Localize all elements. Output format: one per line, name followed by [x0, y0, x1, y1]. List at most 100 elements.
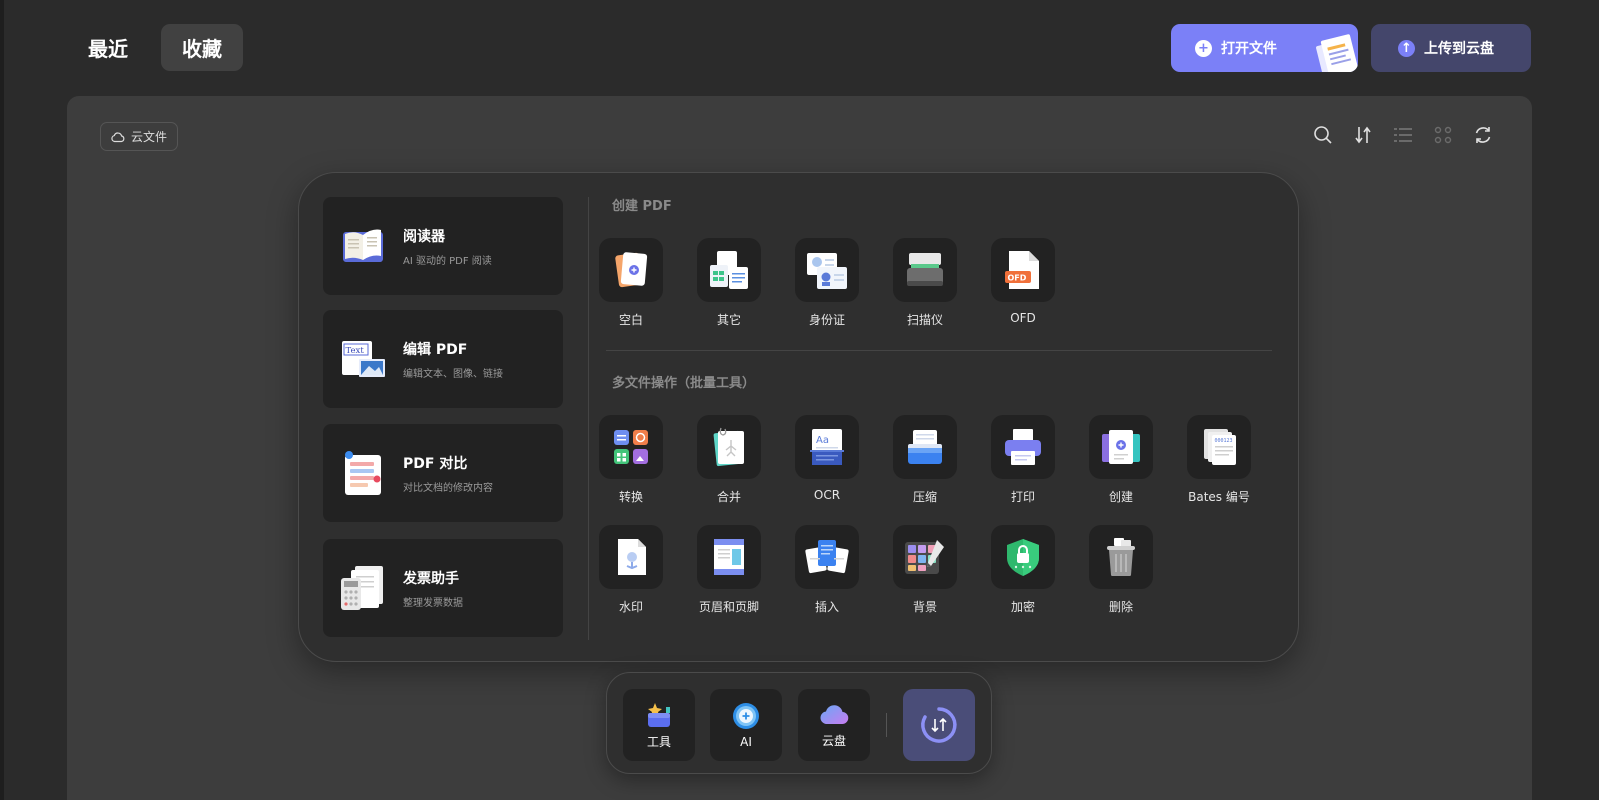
tool-insert[interactable]: 插入 [784, 525, 870, 615]
convert-grid-icon [614, 430, 648, 464]
scanner-icon [907, 253, 943, 286]
tool-convert[interactable]: 转换 [588, 415, 674, 505]
shield-lock-icon [1007, 539, 1039, 576]
ofd-file-icon: OFD [1005, 251, 1039, 289]
refresh-icon[interactable] [1471, 123, 1495, 147]
tools-popup: 阅读器 AI 驱动的 PDF 阅读 Text 编辑 PDF 编辑文本、图像、链接 [298, 172, 1299, 662]
tool-label: 转换 [618, 490, 643, 504]
tool-label: 合并 [716, 490, 741, 504]
tool-bates-numbering[interactable]: 000123 Bates 编号 [1176, 415, 1262, 505]
search-icon[interactable] [1311, 123, 1335, 147]
tab-recent[interactable]: 最近 [70, 24, 146, 71]
feature-subtitle: 编辑文本、图像、链接 [403, 368, 503, 380]
tool-header-footer[interactable]: 页眉和页脚 [686, 525, 772, 615]
tool-compress[interactable]: 压缩 [882, 415, 968, 505]
tool-ofd[interactable]: OFD OFD [980, 238, 1066, 325]
dock-label-tools: 工具 [646, 734, 671, 749]
svg-text:Aa: Aa [816, 435, 829, 446]
list-view-icon[interactable] [1391, 123, 1415, 147]
tool-other[interactable]: 其它 [686, 238, 772, 328]
feature-card-reader[interactable]: 阅读器 AI 驱动的 PDF 阅读 [323, 197, 563, 295]
tool-label: 扫描仪 [906, 313, 943, 327]
section-title-batch-tools: 多文件操作（批量工具） [612, 376, 756, 391]
edit-text-image-icon: Text [342, 341, 385, 377]
cloud-icon [111, 131, 125, 142]
compress-tray-icon [908, 430, 942, 464]
section-title-create-pdf: 创建 PDF [612, 199, 672, 214]
tool-delete[interactable]: 删除 [1078, 525, 1164, 615]
header-footer-icon [714, 539, 744, 575]
feature-card-pdf-compare[interactable]: PDF 对比 对比文档的修改内容 [323, 424, 563, 522]
cloud-files-chip[interactable]: 云文件 [100, 122, 179, 151]
tool-merge[interactable]: 合并 [686, 415, 772, 505]
tool-label: 插入 [814, 600, 839, 614]
cloud-files-label: 云文件 [131, 130, 168, 144]
dock-item-ai[interactable]: AI [710, 689, 782, 761]
swap-circle-icon [921, 707, 957, 743]
ai-orb-icon [733, 703, 759, 729]
edit-icon-text: Text [346, 346, 365, 356]
insert-pages-icon [805, 540, 849, 574]
tool-create[interactable]: 创建 [1078, 415, 1164, 505]
tool-label: 空白 [618, 313, 643, 327]
tool-label: 删除 [1108, 600, 1133, 614]
bottom-dock: 工具 AI 云盘 [606, 672, 992, 774]
tool-encrypt[interactable]: 加密 [980, 525, 1066, 615]
feature-card-edit-pdf[interactable]: Text 编辑 PDF 编辑文本、图像、链接 [323, 310, 563, 408]
feature-title: 阅读器 [403, 228, 445, 245]
tool-scanner[interactable]: 扫描仪 [882, 238, 968, 328]
tool-label: OCR [813, 488, 841, 502]
upload-to-cloud-button[interactable]: ↑ 上传到云盘 [1371, 24, 1531, 72]
tool-label: OFD [1010, 311, 1036, 325]
blank-page-icon [615, 252, 648, 288]
grid-view-icon[interactable] [1431, 123, 1455, 147]
bates-numbering-icon: 000123 [1204, 429, 1236, 465]
tool-label: 页眉和页脚 [698, 600, 759, 614]
book-icon [343, 229, 383, 262]
create-document-icon [1102, 430, 1140, 464]
tool-label: 水印 [618, 600, 643, 614]
tool-label: 背景 [912, 600, 937, 614]
invoice-calculator-icon [341, 566, 383, 610]
dock-toggle-button[interactable] [903, 689, 975, 761]
tool-label: Bates 编号 [1188, 490, 1250, 504]
feature-subtitle: AI 驱动的 PDF 阅读 [403, 255, 492, 267]
tool-label: 创建 [1108, 490, 1133, 504]
dock-label-ai: AI [740, 735, 752, 749]
dock-item-tools[interactable]: 工具 [623, 689, 695, 761]
feature-subtitle: 对比文档的修改内容 [403, 482, 493, 494]
tool-blank[interactable]: 空白 [588, 238, 674, 328]
id-card-icon [807, 253, 847, 289]
dock-label-cloud: 云盘 [821, 733, 846, 748]
ocr-scan-icon: Aa [810, 429, 844, 465]
window-left-edge [0, 0, 4, 800]
section-divider [606, 350, 1272, 351]
ofd-badge-text: OFD [1008, 274, 1027, 283]
tool-ocr[interactable]: Aa OCR [784, 415, 870, 502]
tool-background[interactable]: 背景 [882, 525, 968, 615]
svg-text:000123: 000123 [1215, 438, 1233, 444]
tool-label: 压缩 [912, 490, 937, 504]
plus-icon: + [1195, 39, 1212, 57]
toolbox-icon [648, 702, 670, 727]
merge-pdf-icon [713, 427, 744, 467]
tool-watermark[interactable]: 水印 [588, 525, 674, 615]
open-file-label: 打开文件 [1221, 41, 1277, 57]
tool-id-card[interactable]: 身份证 [784, 238, 870, 328]
papers-decoration-icon [1316, 34, 1358, 72]
dock-divider [886, 713, 887, 737]
tool-label: 打印 [1010, 490, 1035, 504]
feature-title: PDF 对比 [403, 455, 468, 472]
tool-label: 其它 [716, 313, 741, 327]
background-palette-icon [905, 540, 944, 574]
feature-title: 发票助手 [403, 570, 459, 587]
compare-document-icon [345, 451, 381, 495]
sort-icon[interactable] [1351, 123, 1375, 147]
tool-print[interactable]: 打印 [980, 415, 1066, 505]
upload-to-cloud-label: 上传到云盘 [1424, 41, 1494, 57]
dock-item-cloud[interactable]: 云盘 [798, 689, 870, 761]
open-file-button[interactable]: + 打开文件 [1171, 24, 1358, 72]
other-documents-icon [710, 251, 748, 289]
feature-card-invoice-assistant[interactable]: 发票助手 整理发票数据 [323, 539, 563, 637]
tab-favorites[interactable]: 收藏 [161, 24, 243, 71]
